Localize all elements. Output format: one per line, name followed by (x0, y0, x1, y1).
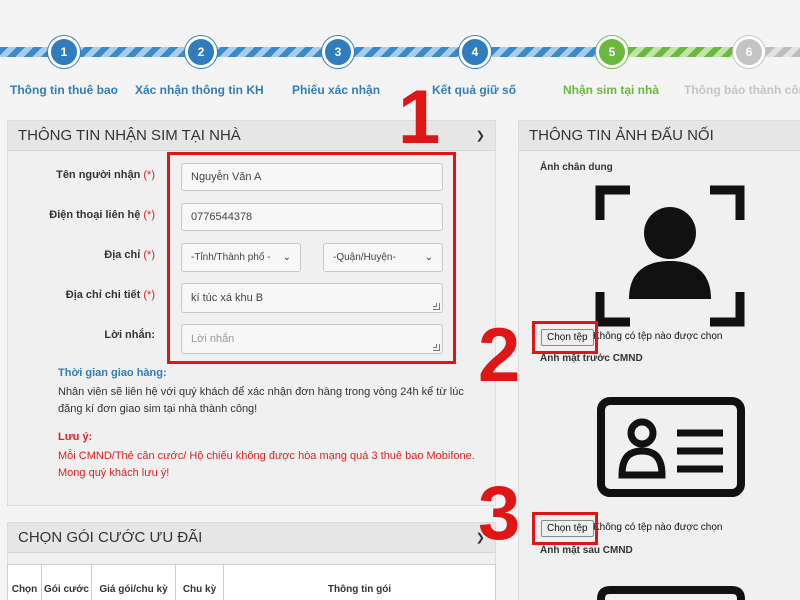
step-4-dot: 4 (459, 36, 491, 68)
step-5-dot: 5 (596, 36, 628, 68)
stepper-track-current (612, 47, 750, 57)
receive-sim-panel-title: THÔNG TIN NHẬN SIM TẠI NHÀ (18, 127, 241, 144)
step-2-label: Xác nhận thông tin KH (135, 83, 264, 97)
package-panel-header[interactable]: CHỌN GÓI CƯỚC ƯU ĐÃI ❯ (8, 523, 495, 553)
step-5-label: Nhận sim tại nhà (563, 83, 660, 97)
step-3-dot: 3 (322, 36, 354, 68)
column-header-info: Thông tin gói (223, 564, 496, 600)
address-label: Địa chỉ (*) (104, 249, 155, 261)
step-1-dot: 1 (48, 36, 80, 68)
step-3-label: Phiếu xác nhận (292, 83, 381, 97)
portrait-label: Ảnh chân dung (540, 162, 613, 173)
contact-phone-label: Điện thoại liên hệ (*) (49, 209, 155, 221)
column-header-select: Chọn (7, 564, 42, 600)
note-title: Lưu ý: (58, 431, 93, 443)
annotation-box-3 (532, 512, 598, 545)
package-panel-title: CHỌN GÓI CƯỚC ƯU ĐÃI (18, 529, 203, 546)
note-text: Mỗi CMND/Thẻ căn cước/ Hộ chiếu không đư… (58, 450, 475, 479)
annotation-number-1: 1 (398, 75, 441, 160)
id-back-label: Ảnh mặt sau CMND (540, 545, 633, 556)
step-4-label: Kết quả giữ số (432, 83, 517, 97)
annotation-box-1 (167, 152, 456, 364)
message-label: Lời nhắn: (104, 329, 155, 341)
portrait-placeholder-icon (595, 185, 745, 327)
step-2-dot: 2 (185, 36, 217, 68)
delivery-time-text: Nhân viên sẽ liên hệ với quý khách để xá… (58, 386, 464, 415)
id-front-label: Ảnh mặt trước CMND (540, 353, 643, 364)
id-card-front-icon (597, 397, 745, 497)
chevron-down-icon[interactable]: ❯ (476, 129, 485, 142)
id-front-file-status: Không có tệp nào được chọn (593, 522, 723, 533)
column-header-price: Giá gói/chu kỳ (91, 564, 176, 600)
photo-panel-header: THÔNG TIN ẢNH ĐẤU NỐI (519, 121, 800, 151)
address-detail-label: Địa chỉ chi tiết (*) (65, 289, 155, 301)
id-card-back-icon (597, 586, 745, 600)
annotation-number-2: 2 (478, 313, 521, 398)
step-6-label: Thông báo thành công (684, 83, 800, 97)
recipient-name-label: Tên người nhận (*) (56, 169, 155, 181)
column-header-cycle: Chu kỳ (175, 564, 224, 600)
portrait-file-status: Không có tệp nào được chọn (593, 331, 723, 342)
step-6-dot: 6 (733, 36, 765, 68)
annotation-box-2 (532, 321, 598, 354)
stepper-track-done (0, 47, 612, 57)
column-header-package: Gói cước (41, 564, 92, 600)
photo-panel-title: THÔNG TIN ẢNH ĐẤU NỐI (529, 127, 714, 144)
annotation-number-3: 3 (478, 471, 521, 556)
package-table: Chọn Gói cước Giá gói/chu kỳ Chu kỳ Thôn… (7, 564, 496, 600)
step-1-label: Thông tin thuê bao (10, 83, 118, 97)
delivery-time-title: Thời gian giao hàng: (58, 367, 167, 379)
